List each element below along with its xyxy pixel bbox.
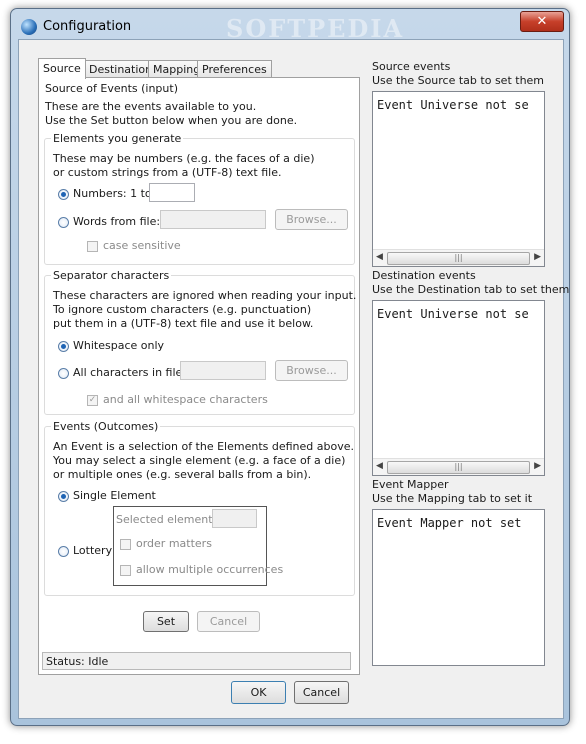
set-button[interactable]: Set	[143, 611, 189, 632]
whitespace-only-label: Whitespace only	[73, 339, 165, 352]
separator-desc-2: To ignore custom characters (e.g. punctu…	[53, 303, 312, 316]
source-events-text: Event Universe not se	[377, 98, 529, 112]
status-bar: Status: Idle	[42, 652, 351, 670]
tab-destination[interactable]: Destination	[84, 60, 158, 78]
source-heading: Source of Events (input)	[45, 82, 178, 95]
event-mapper-text: Event Mapper not set	[377, 516, 522, 530]
source-desc-2: Use the Set button below when you are do…	[45, 114, 298, 127]
source-events-title: Source events	[372, 60, 451, 73]
words-label: Words from file:	[73, 215, 161, 228]
source-events-view[interactable]: Event Universe not se ◀ ||| ▶	[372, 91, 545, 267]
numbers-radio[interactable]	[58, 189, 69, 200]
destination-events-view[interactable]: Event Universe not se ◀ ||| ▶	[372, 300, 545, 476]
scroll-thumb[interactable]: |||	[387, 252, 530, 265]
scroll-left-icon[interactable]: ◀	[376, 461, 383, 471]
single-element-label: Single Element	[73, 489, 156, 502]
lottery-label: Lottery	[73, 544, 113, 557]
events-group-title: Events (Outcomes)	[51, 420, 161, 433]
source-desc-1: These are the events available to you.	[45, 100, 257, 113]
numbers-label: Numbers: 1 to	[73, 187, 152, 200]
destination-events-scrollbar[interactable]: ◀ ||| ▶	[373, 458, 544, 475]
scroll-left-icon[interactable]: ◀	[376, 252, 383, 262]
separator-group-title: Separator characters	[51, 269, 172, 282]
source-cancel-button[interactable]: Cancel	[197, 611, 260, 632]
source-events-hint: Use the Source tab to set them	[372, 74, 545, 87]
allow-multiple-label: allow multiple occurrences	[136, 563, 284, 576]
window-title: Configuration	[43, 19, 132, 34]
elements-group-title: Elements you generate	[51, 132, 184, 145]
destination-events-hint: Use the Destination tab to set them	[372, 283, 570, 296]
events-desc-2: You may select a single element (e.g. a …	[53, 454, 346, 467]
words-browse-button[interactable]: Browse...	[275, 209, 348, 230]
words-file-input[interactable]	[160, 210, 266, 229]
event-mapper-hint: Use the Mapping tab to set it	[372, 492, 533, 505]
title-bar[interactable]: Configuration SOFTPEDIA ✕	[11, 9, 569, 43]
order-matters-label: order matters	[136, 537, 212, 550]
dialog-client-area: Source Destination Mapping Preferences S…	[18, 39, 569, 719]
ok-button[interactable]: OK	[231, 681, 286, 704]
whitespace-only-radio[interactable]	[58, 341, 69, 352]
scroll-thumb[interactable]: |||	[387, 461, 530, 474]
numbers-max-input[interactable]	[149, 183, 195, 202]
separator-desc-1: These characters are ignored when readin…	[53, 289, 357, 302]
all-chars-radio[interactable]	[58, 368, 69, 379]
separator-desc-3: put them in a (UTF-8) text file and use …	[53, 317, 314, 330]
lottery-options-box: Selected elements: order matters allow m…	[113, 506, 283, 586]
events-desc-1: An Event is a selection of the Elements …	[53, 440, 355, 453]
scroll-right-icon[interactable]: ▶	[534, 252, 541, 262]
all-chars-file-input[interactable]	[180, 361, 266, 380]
words-radio[interactable]	[58, 217, 69, 228]
configuration-window: Configuration SOFTPEDIA ✕ Source Destina…	[10, 8, 570, 726]
event-mapper-view[interactable]: Event Mapper not set	[372, 509, 545, 666]
tab-source[interactable]: Source	[38, 58, 86, 79]
destination-events-title: Destination events	[372, 269, 476, 282]
whitespace-chars-checkbox[interactable]: ✓	[87, 395, 98, 406]
selected-elements-input[interactable]	[212, 509, 257, 528]
cancel-button[interactable]: Cancel	[294, 681, 349, 704]
case-sensitive-checkbox[interactable]	[87, 241, 98, 252]
destination-events-text: Event Universe not se	[377, 307, 529, 321]
elements-desc-1: These may be numbers (e.g. the faces of …	[53, 152, 315, 165]
case-sensitive-label: case sensitive	[103, 239, 181, 252]
scroll-right-icon[interactable]: ▶	[534, 461, 541, 471]
lottery-radio[interactable]	[58, 546, 69, 557]
all-chars-label: All characters in file:	[73, 366, 187, 379]
selected-elements-label: Selected elements:	[116, 513, 222, 526]
order-matters-checkbox[interactable]	[120, 539, 131, 550]
allow-multiple-checkbox[interactable]	[120, 565, 131, 576]
source-events-scrollbar[interactable]: ◀ ||| ▶	[373, 249, 544, 266]
whitespace-chars-label: and all whitespace characters	[103, 393, 268, 406]
event-mapper-title: Event Mapper	[372, 478, 449, 491]
separator-browse-button[interactable]: Browse...	[275, 360, 348, 381]
elements-desc-2: or custom strings from a (UTF-8) text fi…	[53, 166, 282, 179]
app-globe-icon	[21, 19, 37, 35]
source-tab-panel: Source of Events (input) These are the e…	[38, 77, 360, 675]
tab-preferences[interactable]: Preferences	[197, 60, 272, 78]
close-button[interactable]: ✕	[520, 11, 564, 32]
single-element-radio[interactable]	[58, 491, 69, 502]
events-desc-3: or multiple ones (e.g. several balls fro…	[53, 468, 312, 481]
